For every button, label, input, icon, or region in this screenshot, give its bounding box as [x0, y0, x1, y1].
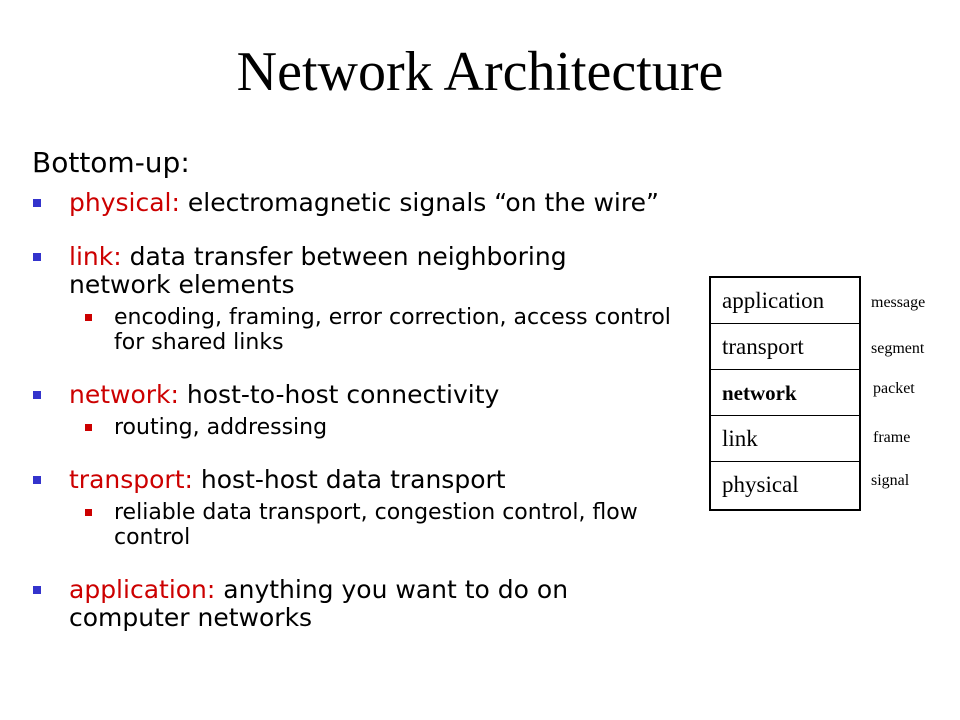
bullet-term: link:	[69, 242, 122, 271]
bullet-text: host-to-host connectivity	[186, 380, 500, 409]
unit-signal: signal	[871, 472, 910, 489]
layer-transport: transport	[711, 324, 859, 370]
bullet-text: electromagnetic signals “on the wire”	[187, 188, 659, 217]
slide-title: Network Architecture	[236, 41, 724, 103]
square-sub-bullet-icon	[85, 424, 92, 431]
protocol-stack-diagram: application transport network link physi…	[709, 276, 861, 511]
unit-segment: segment	[871, 340, 925, 357]
square-bullet-icon	[33, 199, 41, 207]
bullet-term: transport:	[69, 465, 193, 494]
square-bullet-icon	[33, 476, 41, 484]
layer-physical: physical	[722, 472, 799, 497]
bullet-term: application:	[69, 575, 216, 604]
square-sub-bullet-icon	[85, 314, 92, 321]
bullet-physical: physical: electromagnetic signals “on th…	[32, 189, 672, 217]
sub-bullet-text: reliable data transport, congestion cont…	[114, 500, 638, 550]
unit-message: message	[871, 294, 926, 311]
bullet-term: physical:	[69, 188, 180, 217]
square-bullet-icon	[33, 253, 41, 261]
bullet-text: data transfer between neighboring networ…	[69, 242, 567, 299]
unit-frame: frame	[873, 429, 911, 446]
sub-bullet: routing, addressing	[69, 415, 672, 440]
layer-link: link	[711, 416, 859, 462]
list-heading: Bottom-up:	[32, 146, 190, 179]
square-bullet-icon	[33, 586, 41, 594]
bullet-term: network:	[69, 380, 179, 409]
layer-network: network	[711, 370, 859, 416]
sub-bullet: reliable data transport, congestion cont…	[69, 500, 672, 550]
bullet-transport: transport: host-host data transport reli…	[32, 466, 672, 550]
square-bullet-icon	[33, 391, 41, 399]
bullet-application: application: anything you want to do on …	[32, 576, 672, 632]
bullet-network: network: host-to-host connectivity routi…	[32, 381, 672, 440]
sub-bullet-text: encoding, framing, error correction, acc…	[114, 305, 671, 355]
sub-bullet: encoding, framing, error correction, acc…	[69, 305, 672, 355]
slide: Network Architecture Bottom-up: physical…	[0, 0, 960, 720]
square-sub-bullet-icon	[85, 509, 92, 516]
bullet-list: Bottom-up: physical: electromagnetic sig…	[32, 145, 672, 658]
sub-bullet-text: routing, addressing	[114, 415, 328, 440]
bullet-text: host-host data transport	[200, 465, 506, 494]
layer-application: application	[711, 278, 859, 324]
bullet-link: link: data transfer between neighboring …	[32, 243, 672, 355]
unit-packet: packet	[873, 380, 915, 397]
